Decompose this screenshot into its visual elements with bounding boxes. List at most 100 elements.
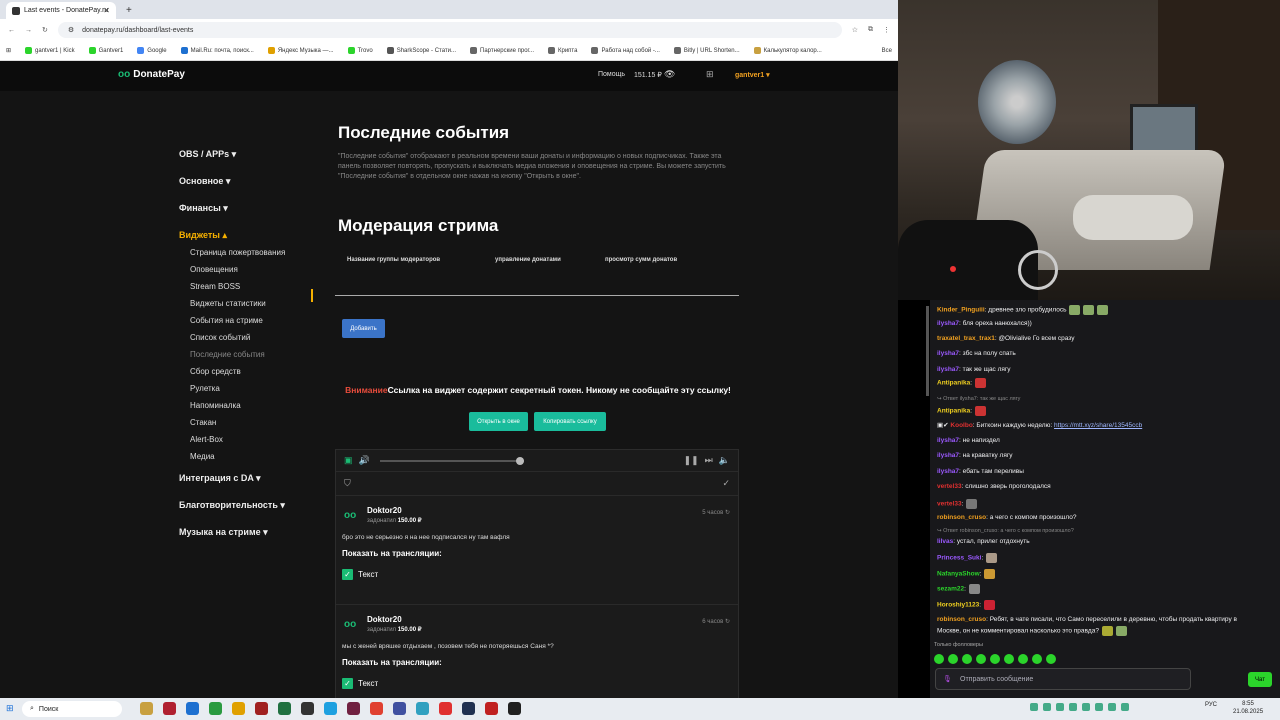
- sidebar-subitem[interactable]: События на стриме: [179, 316, 314, 333]
- app-icon[interactable]: [508, 702, 521, 715]
- check-all-icon[interactable]: ✓: [722, 478, 730, 489]
- chat-send-button[interactable]: Чат: [1248, 672, 1272, 687]
- app-icon[interactable]: [301, 702, 314, 715]
- chat-username[interactable]: NafanyaShow: [937, 571, 980, 578]
- new-tab-icon[interactable]: +: [126, 2, 132, 19]
- sidebar-subitem[interactable]: Рулетка: [179, 384, 314, 401]
- app-icon[interactable]: [232, 702, 245, 715]
- extensions-icon[interactable]: ⧉: [868, 26, 873, 34]
- app-icon[interactable]: [278, 702, 291, 715]
- app-icon[interactable]: [416, 702, 429, 715]
- bookmark[interactable]: Крипта: [547, 47, 577, 54]
- bookmark[interactable]: Партнерские прог...: [470, 47, 534, 54]
- site-info-icon[interactable]: ⚙: [68, 26, 74, 34]
- url-field[interactable]: ⚙ donatepay.ru/dashboard/last-events: [57, 22, 842, 38]
- forward-icon[interactable]: →: [25, 27, 32, 34]
- sidebar-item[interactable]: Интеграция с DA ▾: [179, 473, 314, 500]
- sidebar-subitem[interactable]: Сбор средств: [179, 367, 314, 384]
- bookmark[interactable]: Bitly | URL Shorten...: [673, 47, 740, 54]
- bookmark[interactable]: Яндекс Музыка —...: [267, 47, 334, 54]
- mute-icon[interactable]: 🔈: [719, 455, 730, 466]
- app-icon[interactable]: [186, 702, 199, 715]
- app-icon[interactable]: [255, 702, 268, 715]
- bookmark[interactable]: Mail.Ru: почта, поиск...: [180, 47, 254, 54]
- star-icon[interactable]: ☆: [852, 26, 858, 34]
- tray-icon[interactable]: [1082, 703, 1090, 711]
- sidebar-subitem[interactable]: Виджеты статистики: [179, 299, 314, 316]
- emote-icon[interactable]: [990, 654, 1000, 664]
- tray-icon[interactable]: [1043, 703, 1051, 711]
- chat-link[interactable]: https://mtt.xyz/share/13545ccb: [1054, 422, 1142, 429]
- sidebar-subitem[interactable]: Последние события: [179, 350, 314, 367]
- volume-slider[interactable]: [379, 456, 524, 465]
- logo[interactable]: oo DonatePay: [118, 69, 185, 80]
- app-icon[interactable]: [485, 702, 498, 715]
- tray-icon[interactable]: [1069, 703, 1077, 711]
- text-checkbox[interactable]: ✓ Текст: [342, 569, 378, 580]
- chat-username[interactable]: Antipanika: [937, 408, 970, 415]
- sidebar-item[interactable]: OBS / APPs ▾: [179, 149, 314, 176]
- emote-icon[interactable]: [1032, 654, 1042, 664]
- user-menu[interactable]: gantver1 ▾: [735, 71, 770, 79]
- sidebar-subitem[interactable]: Stream BOSS: [179, 282, 314, 299]
- app-icon[interactable]: [439, 702, 452, 715]
- menu-icon[interactable]: ⋮: [883, 26, 890, 34]
- text-checkbox[interactable]: ✓ Текст: [342, 678, 378, 689]
- repeat-icon[interactable]: ↻: [725, 619, 730, 625]
- emote-icon[interactable]: [1018, 654, 1028, 664]
- checkbox-icon[interactable]: ✓: [342, 678, 353, 689]
- chat-username[interactable]: robinson_cruso: [937, 514, 986, 521]
- help-link[interactable]: Помощь: [598, 71, 625, 78]
- bookmark[interactable]: gantver1 | Kick: [25, 47, 75, 54]
- tray-icon[interactable]: [1121, 703, 1129, 711]
- language[interactable]: РУС: [1205, 702, 1217, 709]
- emote-icon[interactable]: [1004, 654, 1014, 664]
- chat-username[interactable]: ilysha7: [937, 452, 959, 459]
- copy-link-button[interactable]: Копировать ссылку: [534, 412, 606, 431]
- page-scrollbar[interactable]: [926, 306, 929, 396]
- app-icon[interactable]: [163, 702, 176, 715]
- chat-username[interactable]: ilysha7: [937, 468, 959, 475]
- volume-icon[interactable]: 🔊: [359, 455, 370, 466]
- app-icon[interactable]: [140, 702, 153, 715]
- close-tab-icon[interactable]: ✕: [103, 6, 110, 15]
- chat-username[interactable]: ilysha7: [937, 320, 959, 327]
- chat-username[interactable]: ilysha7: [937, 437, 959, 444]
- grid-icon[interactable]: ⊞: [706, 69, 714, 80]
- checkbox-icon[interactable]: ✓: [342, 569, 353, 580]
- sidebar-subitem[interactable]: Напоминалка: [179, 401, 314, 418]
- chat-username[interactable]: robinson_cruso: [937, 616, 986, 623]
- open-in-window-button[interactable]: Открыть в окне: [469, 412, 528, 431]
- bookmark[interactable]: SharkScope - Стати...: [386, 47, 456, 54]
- sidebar-subitem[interactable]: Страница пожертвования: [179, 248, 314, 265]
- chat-username[interactable]: Kinder_Pinguiii: [937, 307, 985, 314]
- chat-username[interactable]: ilysha7: [937, 366, 959, 373]
- chat-username[interactable]: ilysha7: [937, 350, 959, 357]
- tray-icon[interactable]: [1095, 703, 1103, 711]
- sidebar-item[interactable]: Благотворительность ▾: [179, 500, 314, 527]
- chat-username[interactable]: vertel33: [937, 501, 962, 508]
- app-icon[interactable]: [324, 702, 337, 715]
- chat-username[interactable]: Horoshiy1123: [937, 602, 979, 609]
- eye-icon[interactable]: 👁: [664, 69, 675, 80]
- bookmark-all[interactable]: Все: [882, 48, 892, 54]
- slider-knob[interactable]: [515, 456, 524, 465]
- sidebar-subitem[interactable]: Alert-Box: [179, 435, 314, 452]
- sidebar-item[interactable]: Финансы ▾: [179, 203, 314, 230]
- filter-icon[interactable]: ⛉: [344, 478, 351, 489]
- chat-username[interactable]: Antipanika: [937, 380, 970, 387]
- app-icon[interactable]: [393, 702, 406, 715]
- bookmark[interactable]: Trovo: [347, 47, 373, 54]
- mic-icon[interactable]: 🎙: [943, 675, 952, 683]
- chat-username[interactable]: Princess_Suki: [937, 555, 981, 562]
- app-icon[interactable]: [462, 702, 475, 715]
- clock[interactable]: 8:55 21.08.2025: [1233, 700, 1263, 716]
- chat-username[interactable]: traxatel_trax_trax1: [937, 335, 995, 342]
- reload-icon[interactable]: ↻: [42, 26, 48, 34]
- sidebar-subitem[interactable]: Медиа: [179, 452, 314, 469]
- media-icon[interactable]: ▣: [344, 455, 353, 466]
- browser-tab[interactable]: Last events - DonatePay.ru ✕: [6, 2, 116, 19]
- chat-username[interactable]: sezam22: [937, 586, 964, 593]
- emote-icon[interactable]: [934, 654, 944, 664]
- bookmark[interactable]: Google: [137, 47, 167, 54]
